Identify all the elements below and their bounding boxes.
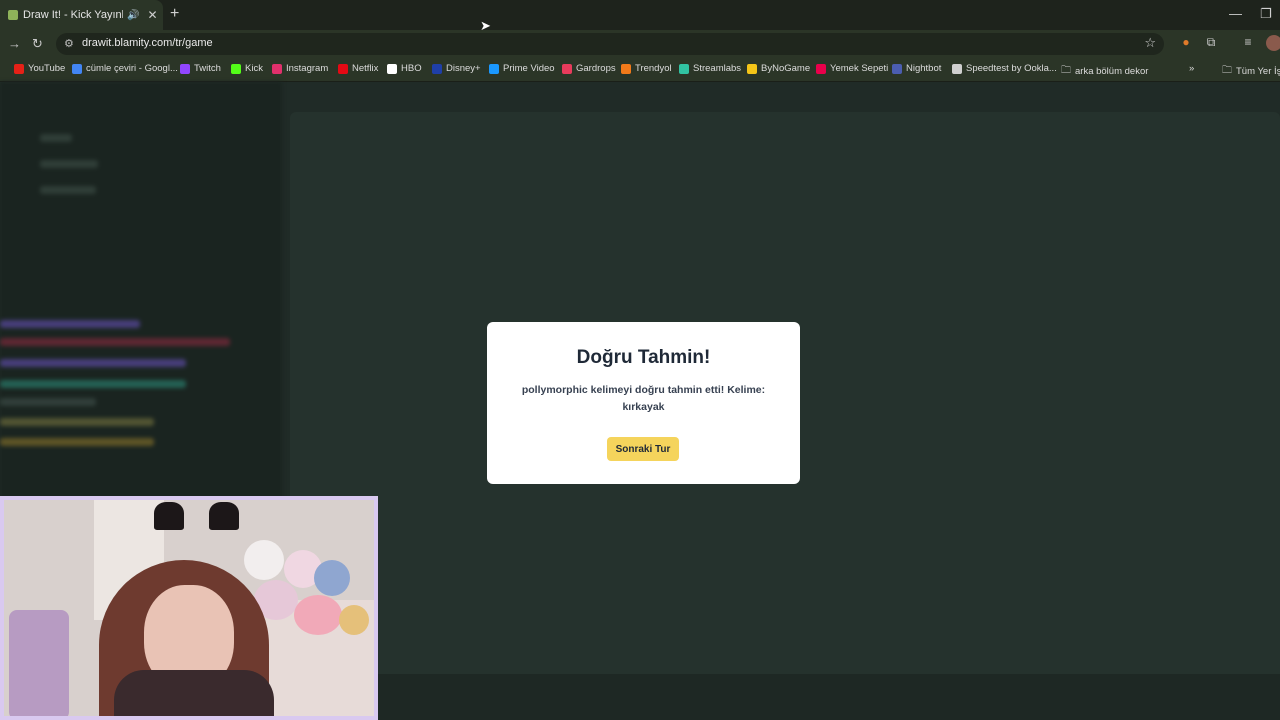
bookmark-favicon-icon [489,63,499,74]
more-bookmarks-icon[interactable]: » [1189,63,1194,74]
bookmark-favicon-icon [338,63,348,74]
chat-line [0,338,230,346]
bookmark-item[interactable]: Prime Video [489,63,555,74]
bookmark-label: Disney+ [446,63,481,74]
bookmark-item[interactable]: Instagram [272,63,328,74]
chat-line [0,320,140,328]
url-text: drawit.blamity.com/tr/game [82,37,213,49]
bookmark-label: Gardrops [576,63,616,74]
profile-avatar[interactable] [1266,35,1280,51]
bookmark-favicon-icon [892,63,902,74]
bookmark-item[interactable]: Trendyol [621,63,672,74]
bookmark-item[interactable]: ByNoGame [747,63,810,74]
webcam-cup [9,610,69,716]
bookmark-label: Twitch [194,63,221,74]
bookmark-favicon-icon [231,63,241,74]
bookmark-item[interactable]: Nightbot [892,63,941,74]
bookmark-favicon-icon [747,63,757,74]
bookmark-label: Streamlabs [693,63,742,74]
plush-toy [294,595,342,635]
bookmark-favicon-icon [816,63,826,74]
bookmark-item[interactable]: Netflix [338,63,378,74]
all-bookmarks-folder[interactable]: 🗀 Tüm Yer İş [1222,63,1280,80]
bookmark-label: Speedtest by Ookla... [966,63,1057,74]
bookmark-favicon-icon [72,63,82,74]
cat-ear [209,502,239,530]
bookmark-label: Nightbot [906,63,942,74]
minimize-icon[interactable]: — [1229,6,1242,21]
correct-guess-modal: Doğru Tahmin! pollymorphic kelimeyi doğr… [487,322,800,484]
bookmark-label: Yemek Sepeti [830,63,889,74]
chat-line [0,380,186,388]
new-tab-button[interactable]: + [170,5,179,23]
chat-line [0,398,96,406]
bookmark-item[interactable]: 🗀 arka bölüm dekor [1061,63,1148,80]
next-round-button[interactable]: Sonraki Tur [607,437,679,461]
bookmark-item[interactable]: Speedtest by Ookla... [952,63,1057,74]
browser-tab[interactable]: Draw It! - Kick Yayınları İçin 🔊 ✕ [0,0,163,30]
bookmark-item[interactable]: Gardrops [562,63,616,74]
webcam-body [114,670,274,716]
speaker-icon[interactable]: 🔊 [127,10,139,21]
player-row [40,160,98,168]
forward-icon[interactable]: → [8,36,21,51]
media-controls-icon[interactable]: ≡ [1240,35,1256,51]
bookmark-favicon-icon [180,63,190,74]
folder-icon: 🗀 [1222,65,1232,76]
bookmark-item[interactable]: Kick [231,63,263,74]
bookmark-label: HBO [401,63,422,74]
bookmark-label: cümle çeviri - Googl... [86,63,178,74]
modal-title: Doğru Tahmin! [576,347,711,368]
bookmark-item[interactable]: Streamlabs [679,63,741,74]
bookmark-favicon-icon [679,63,689,74]
bookmarks-bar: YouTube cümle çeviri - Googl... Twitch Kick… [0,58,1280,82]
chat-line [0,359,186,367]
bookmark-favicon-icon [14,63,24,74]
modal-message: pollymorphic kelimeyi doğru tahmin etti!… [521,384,766,413]
extension-orange-icon[interactable]: ● [1178,35,1194,51]
bookmark-label: Prime Video [503,63,555,74]
bookmark-item[interactable]: Twitch [180,63,221,74]
bookmark-item[interactable]: cümle çeviri - Googl... [72,63,178,74]
bookmark-favicon-icon [621,63,631,74]
bookmark-item[interactable]: Yemek Sepeti [816,63,888,74]
address-bar[interactable]: ⚙ drawit.blamity.com/tr/game ☆ [56,33,1164,55]
bookmark-label: arka bölüm dekor [1075,66,1149,77]
player-row [40,186,96,194]
tab-strip: Draw It! - Kick Yayınları İçin 🔊 ✕ + — ❐ [0,0,1280,30]
extensions-puzzle-icon[interactable]: ⧉ [1203,35,1219,51]
bookmark-label: ByNoGame [761,63,811,74]
bookmark-favicon-icon [272,63,282,74]
webcam-overlay [0,496,378,720]
bookmark-label: Instagram [286,63,329,74]
bookmark-favicon-icon [562,63,572,74]
folder-icon: 🗀 [1061,65,1071,76]
reload-icon[interactable]: ↻ [32,36,43,52]
bookmark-favicon-icon [952,63,962,74]
chat-line [0,438,154,446]
all-bookmarks-label: Tüm Yer İş [1236,66,1280,77]
bookmark-item[interactable]: Disney+ [432,63,481,74]
bookmark-item[interactable]: YouTube [14,63,65,74]
tab-close-icon[interactable]: ✕ [147,8,157,22]
bookmark-favicon-icon [387,63,397,74]
site-info-icon[interactable]: ⚙ [64,37,74,50]
bookmark-label: Netflix [352,63,379,74]
bookmark-label: YouTube [28,63,66,74]
chat-line [0,418,154,426]
bookmark-label: Trendyol [635,63,672,74]
tab-title: Draw It! - Kick Yayınları İçin [23,9,123,21]
bookmark-star-icon[interactable]: ☆ [1144,35,1156,51]
bookmark-item[interactable]: HBO [387,63,422,74]
plush-toy [314,560,350,596]
cat-ear [154,502,184,530]
player-row [40,134,72,142]
drawit-favicon-icon [8,10,18,20]
plush-toy [244,540,284,580]
maximize-icon[interactable]: ❐ [1260,6,1272,22]
bookmark-favicon-icon [432,63,442,74]
mouse-cursor-icon: ➤ [480,18,491,33]
bookmark-label: Kick [245,63,263,74]
plush-toy [339,605,369,635]
